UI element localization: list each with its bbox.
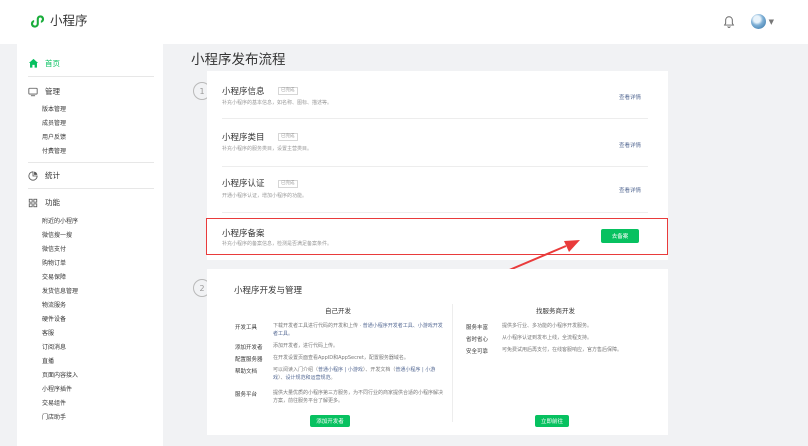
item-text: 提供多行业、多功能的小程序开发服务。 xyxy=(502,323,593,329)
intro-link[interactable]: 普通小程序 | 小游戏 xyxy=(318,367,363,373)
item-text: 下载开发者工具进行代码的开发和上传 · 普通小程序开发者工具、小游戏开发者工具。 xyxy=(273,322,443,338)
column-heading-provider: 找服务商开发 xyxy=(536,307,575,315)
item-key: 帮助文档 xyxy=(235,369,258,375)
item-text: 添加开发者，进行代码上传。 xyxy=(273,343,339,349)
item-text: 在开发设置页面查看AppID和AppSecret，配置服务器域名。 xyxy=(273,355,409,361)
item-text-part: ）、 xyxy=(278,375,286,381)
item-key: 配置服务器 xyxy=(235,357,263,363)
item-text: 提供大量优质的小程序第三方服务，为不同行业的商家提供合适的小程序解决方案，前往服… xyxy=(273,390,444,404)
add-developer-button[interactable]: 添加开发者 xyxy=(310,415,350,427)
item-text: 可免费试用后再支付，在线客服响应，官方售后保障。 xyxy=(502,347,623,353)
item-text-part: 可以阅读入门介绍（ xyxy=(273,367,319,373)
item-key: 安全可靠 xyxy=(466,349,489,355)
item-key: 添加开发者 xyxy=(235,345,263,351)
go-now-button[interactable]: 立即前往 xyxy=(535,415,569,427)
item-key: 服务丰富 xyxy=(466,325,489,331)
section-title: 小程序开发与管理 xyxy=(234,286,303,296)
column-heading-self: 自己开发 xyxy=(325,307,351,315)
design-spec-link[interactable]: 设计规范和运营规范 xyxy=(286,375,331,381)
item-key: 开发工具 xyxy=(235,325,258,331)
item-key: 服务平台 xyxy=(235,392,258,398)
item-text-part: 。 xyxy=(330,375,336,381)
item-text-part: ）、开发文档（ xyxy=(362,367,396,373)
item-text: 从小程序认证到发布上线，全流程支持。 xyxy=(502,335,593,341)
item-text: 可以阅读入门介绍（普通小程序 | 小游戏）、开发文档（普通小程序 | 小游戏）、… xyxy=(273,366,443,382)
divider xyxy=(452,304,453,422)
item-text-part: 下载开发者工具进行代码的开发和上传 · xyxy=(273,323,363,329)
item-key: 省时省心 xyxy=(466,337,489,343)
